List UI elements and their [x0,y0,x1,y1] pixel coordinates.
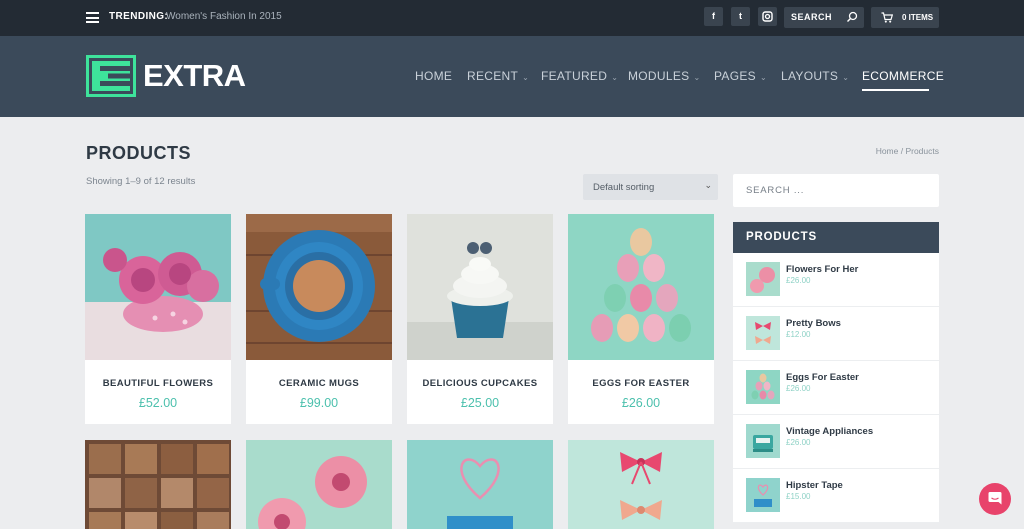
nav-featured[interactable]: FEATURED ⌄ [541,69,618,83]
nav-featured-label: FEATURED [541,69,608,83]
sidebar-product-name[interactable]: Eggs For Easter [786,372,859,383]
product-name[interactable]: EGGS FOR EASTER [568,378,714,389]
sidebar-product-item[interactable]: Vintage Appliances £26.00 [733,415,939,469]
sidebar-product-thumb[interactable] [746,316,780,350]
sidebar-product-name[interactable]: Hipster Tape [786,480,843,491]
product-price: £52.00 [138,396,178,410]
product-image-eggs[interactable] [568,214,714,360]
sidebar-product-thumb[interactable] [746,262,780,296]
chat-launcher-button[interactable] [979,483,1011,515]
chevron-down-icon: ⌄ [704,180,712,190]
cart-count-label: 0 ITEMS [902,13,934,22]
extra-logo-icon[interactable] [86,55,136,97]
chevron-down-icon: ⌄ [522,73,530,82]
cart-icon [881,12,893,23]
nav-recent[interactable]: RECENT ⌄ [467,69,529,83]
sidebar-product-price: £26.00 [786,276,811,285]
sidebar-product-item[interactable]: Hipster Tape £15.00 [733,469,939,523]
chevron-down-icon: ⌄ [842,73,850,82]
product-card[interactable]: DELICIOUS CUPCAKES £25.00 [407,214,553,424]
sidebar-product-thumb[interactable] [746,424,780,458]
instagram-icon[interactable] [758,7,777,26]
product-card[interactable] [246,440,392,529]
twitter-icon[interactable]: t [731,7,750,26]
product-card[interactable] [85,440,231,529]
facebook-icon[interactable]: f [704,7,723,26]
top-search-label: SEARCH [791,12,833,22]
product-name[interactable]: CERAMIC MUGS [246,378,392,389]
chevron-down-icon: ⌄ [759,73,767,82]
sidebar-product-name[interactable]: Flowers For Her [786,264,858,275]
breadcrumb[interactable]: Home / Products [876,146,939,156]
sidebar-product-item[interactable]: Pretty Bows £12.00 [733,307,939,361]
sidebar-search-input[interactable]: SEARCH ... [733,174,939,207]
product-name[interactable]: BEAUTIFUL FLOWERS [85,378,231,389]
products-widget: PRODUCTS Flowers For Her £26.00 Pretty B… [733,222,939,523]
search-icon[interactable] [846,11,858,23]
chevron-down-icon: ⌄ [693,73,701,82]
nav-pages-label: PAGES [714,69,756,83]
nav-modules-label: MODULES [628,69,690,83]
trending-link[interactable]: Women's Fashion In 2015 [166,11,282,22]
sidebar-product-price: £26.00 [786,438,811,447]
chat-icon [988,492,1002,505]
cart-button[interactable]: 0 ITEMS [871,7,939,28]
product-image-tape[interactable] [407,440,553,529]
sidebar-product-price: £26.00 [786,384,811,393]
trending-label: TRENDING: [109,11,169,22]
chevron-down-icon: ⌄ [611,73,619,82]
active-nav-indicator [862,89,929,91]
products-widget-title: PRODUCTS [746,231,817,243]
sidebar-product-price: £12.00 [786,330,811,339]
sidebar-search-placeholder: SEARCH ... [746,185,805,196]
main-header: EXTRA HOME RECENT ⌄ FEATURED ⌄ MODULES ⌄ PA… [0,36,1024,117]
sidebar-product-name[interactable]: Pretty Bows [786,318,841,329]
nav-ecommerce-label: ECOMMERCE [862,69,945,83]
nav-layouts[interactable]: LAYOUTS ⌄ [781,69,849,83]
nav-recent-label: RECENT [467,69,519,83]
product-card[interactable] [407,440,553,529]
product-price: £26.00 [621,396,661,410]
nav-home-label: HOME [415,69,453,83]
product-price: £25.00 [460,396,500,410]
product-price: £99.00 [299,396,339,410]
sidebar-product-name[interactable]: Vintage Appliances [786,426,873,437]
top-search-field[interactable]: SEARCH [784,7,864,28]
product-card[interactable] [568,440,714,529]
product-name[interactable]: DELICIOUS CUPCAKES [407,378,553,389]
sidebar-product-thumb[interactable] [746,478,780,512]
product-image-mugs[interactable] [246,214,392,360]
product-card[interactable]: BEAUTIFUL FLOWERS £52.00 [85,214,231,424]
sort-select-value: Default sorting [593,182,655,193]
product-card[interactable]: EGGS FOR EASTER £26.00 [568,214,714,424]
sidebar-product-thumb[interactable] [746,370,780,404]
page-title: PRODUCTS [86,143,192,163]
nav-layouts-label: LAYOUTS [781,69,839,83]
nav-modules[interactable]: MODULES ⌄ [628,69,700,83]
hamburger-menu-icon[interactable] [86,12,99,23]
nav-ecommerce[interactable]: ECOMMERCE [862,69,944,83]
sidebar-product-item[interactable]: Eggs For Easter £26.00 [733,361,939,415]
sidebar-product-item[interactable]: Flowers For Her £26.00 [733,253,939,307]
product-card[interactable]: CERAMIC MUGS £99.00 [246,214,392,424]
nav-pages[interactable]: PAGES ⌄ [714,69,767,83]
product-image-cupcakes[interactable] [407,214,553,360]
top-bar: TRENDING: Women's Fashion In 2015 f t SE… [0,0,1024,36]
product-image-flowers[interactable] [85,214,231,360]
product-image-letterpress[interactable] [85,440,231,529]
sidebar-product-price: £15.00 [786,492,811,501]
product-image-flowers-her[interactable] [246,440,392,529]
logo-text[interactable]: EXTRA [143,58,246,94]
sort-select[interactable]: Default sorting ⌄ [583,174,718,200]
product-image-bows[interactable] [568,440,714,529]
products-widget-header: PRODUCTS [733,222,939,253]
nav-home[interactable]: HOME [415,69,452,83]
result-count: Showing 1–9 of 12 results [86,176,196,187]
